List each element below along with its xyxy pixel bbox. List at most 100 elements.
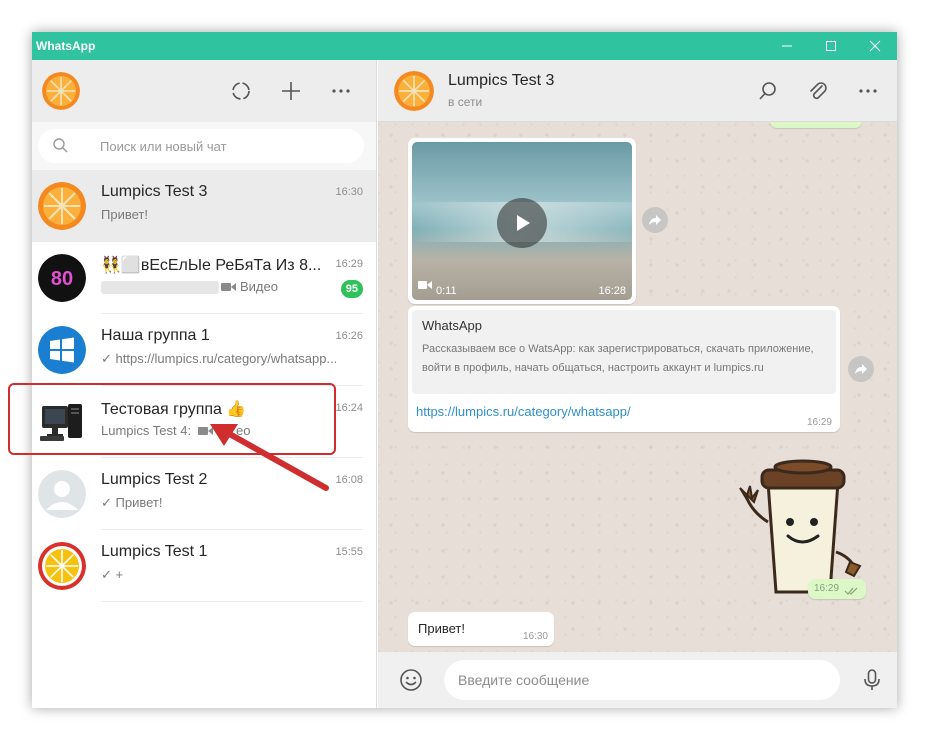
orange-slice-icon xyxy=(394,71,434,111)
chat-list: Lumpics Test 3 16:30 Привет! 80 👯⬜вЕсЕлЫ… xyxy=(32,170,376,602)
forward-button[interactable] xyxy=(642,207,668,233)
link-message[interactable]: WhatsApp Рассказываем все о WatsApp: как… xyxy=(408,306,840,432)
video-camera-icon xyxy=(221,280,237,298)
new-chat-icon xyxy=(282,82,300,100)
contact-status: в сети xyxy=(448,95,483,109)
status-button[interactable] xyxy=(226,76,256,106)
left-header xyxy=(32,60,376,122)
message-time: 16:29 xyxy=(806,417,832,428)
search-messages-button[interactable] xyxy=(753,76,783,106)
contact-name: Lumpics Test 3 xyxy=(448,72,555,89)
search-box[interactable] xyxy=(38,129,364,163)
avatar xyxy=(38,326,86,374)
chat-time: 16:29 xyxy=(335,258,363,270)
chat-time: 16:26 xyxy=(335,330,363,342)
whatsapp-window: WhatsApp Поиск или новый чат Lumpics Tes… xyxy=(32,32,897,708)
sticker-time-bubble: 16:29 xyxy=(808,579,866,599)
conversation-menu-button[interactable] xyxy=(853,76,883,106)
message-time: 16:29 xyxy=(814,583,840,594)
chat-item-group-80[interactable]: 80 👯⬜вЕсЕлЫе РеБяТа Из 8... 16:29 Видео … xyxy=(32,242,376,314)
orange-slice-icon xyxy=(42,72,80,110)
windows-logo-icon xyxy=(38,326,86,374)
chat-item-testovaya-gruppa[interactable]: Тестовая группа 👍 16:24 Lumpics Test 4: … xyxy=(32,386,376,458)
link-preview-title: WhatsApp xyxy=(422,318,482,333)
chat-name: 👯⬜вЕсЕлЫе РеБяТа Из 8... xyxy=(101,257,321,274)
chat-preview: Видео xyxy=(240,279,278,294)
conversation-pane: Lumpics Test 3 в сети 0:11 16:28 WhatsAp… xyxy=(378,60,897,708)
chat-name: Наша группа 1 xyxy=(101,327,210,344)
play-icon xyxy=(517,215,530,231)
message-link[interactable]: https://lumpics.ru/category/whatsapp/ xyxy=(416,404,631,419)
unread-badge: 95 xyxy=(340,280,363,298)
double-check-icon xyxy=(844,583,860,601)
link-preview-description: Рассказываем все о WatsApp: как зарегист… xyxy=(422,343,814,374)
chat-preview: ✓ Привет! xyxy=(101,495,163,510)
minimize-icon xyxy=(782,45,792,47)
play-button[interactable] xyxy=(497,198,547,248)
coffee-cup-sticker[interactable] xyxy=(738,452,868,600)
avatar xyxy=(38,182,86,230)
previous-message-bubble xyxy=(770,122,862,128)
more-icon xyxy=(332,89,350,93)
title-bar: WhatsApp xyxy=(32,32,897,60)
maximize-button[interactable] xyxy=(809,32,853,60)
chat-item-lumpics-test-3[interactable]: Lumpics Test 3 16:30 Привет! xyxy=(32,170,376,242)
forward-icon xyxy=(855,364,867,374)
more-icon xyxy=(859,89,877,93)
chat-time: 15:55 xyxy=(335,546,363,558)
emoji-icon xyxy=(400,669,422,691)
forward-button[interactable] xyxy=(848,356,874,382)
contact-avatar[interactable] xyxy=(394,71,434,111)
chat-item-lumpics-test-2[interactable]: Lumpics Test 2 16:08 ✓ Привет! xyxy=(32,458,376,530)
menu-button[interactable] xyxy=(326,76,356,106)
chat-item-nasha-gruppa-1[interactable]: Наша группа 1 16:26 ✓ https://lumpics.ru… xyxy=(32,314,376,386)
message-time: 16:28 xyxy=(598,285,626,297)
chat-name: Lumpics Test 2 xyxy=(101,471,208,488)
paperclip-icon xyxy=(810,82,827,100)
chat-preview-suffix: eo xyxy=(236,423,251,438)
blurred-sender xyxy=(101,281,219,294)
avatar xyxy=(38,542,86,590)
chat-time: 16:24 xyxy=(335,402,363,414)
video-message[interactable]: 0:11 16:28 xyxy=(408,138,636,304)
computer-icon xyxy=(40,404,82,441)
orange-slice-icon xyxy=(38,182,86,230)
chat-list-pane: Lumpics Test 3 16:30 Привет! 80 👯⬜вЕсЕлЫ… xyxy=(32,60,377,708)
emoji-button[interactable] xyxy=(396,665,426,695)
chat-preview: Lumpics Test 4: xyxy=(101,423,192,438)
search-input[interactable] xyxy=(100,129,350,163)
voice-message-button[interactable] xyxy=(857,665,887,695)
my-avatar[interactable] xyxy=(42,72,80,110)
message-input[interactable] xyxy=(458,660,828,700)
eighties-logo-icon: 80 xyxy=(38,254,86,302)
video-camera-icon xyxy=(418,277,432,295)
new-chat-button[interactable] xyxy=(276,76,306,106)
link-preview[interactable]: WhatsApp Рассказываем все о WatsApp: как… xyxy=(412,310,836,394)
chat-preview: ✓ + xyxy=(101,567,124,582)
chat-preview: ✓ https://lumpics.ru/category/whatsapp..… xyxy=(101,351,336,366)
chat-preview: Привет! xyxy=(101,207,148,222)
search-icon xyxy=(53,138,68,153)
status-icon xyxy=(232,82,250,100)
video-thumbnail[interactable]: 0:11 16:28 xyxy=(412,142,632,300)
default-avatar-icon xyxy=(38,470,86,518)
chat-name: Lumpics Test 3 xyxy=(101,183,208,200)
text-message[interactable]: Привет! 16:30 xyxy=(408,612,554,646)
message-input-box[interactable] xyxy=(444,660,840,700)
chat-name: Тестовая группа 👍 xyxy=(101,401,247,418)
attach-button[interactable] xyxy=(803,76,833,106)
chat-time: 16:08 xyxy=(335,474,363,486)
message-area[interactable]: 0:11 16:28 WhatsApp Рассказываем все о W… xyxy=(378,122,897,652)
conversation-header[interactable]: Lumpics Test 3 в сети xyxy=(378,60,897,122)
close-icon xyxy=(869,40,881,52)
close-button[interactable] xyxy=(853,32,897,60)
chat-item-lumpics-test-1[interactable]: Lumpics Test 1 15:55 ✓ + xyxy=(32,530,376,602)
video-duration: 0:11 xyxy=(436,285,457,297)
forward-icon xyxy=(649,215,661,225)
coffee-cup-sticker-icon xyxy=(739,459,862,594)
avatar: 80 xyxy=(38,254,86,302)
avatar xyxy=(38,398,86,446)
lemon-slice-icon xyxy=(38,542,86,590)
search-icon xyxy=(759,82,776,100)
minimize-button[interactable] xyxy=(765,32,809,60)
